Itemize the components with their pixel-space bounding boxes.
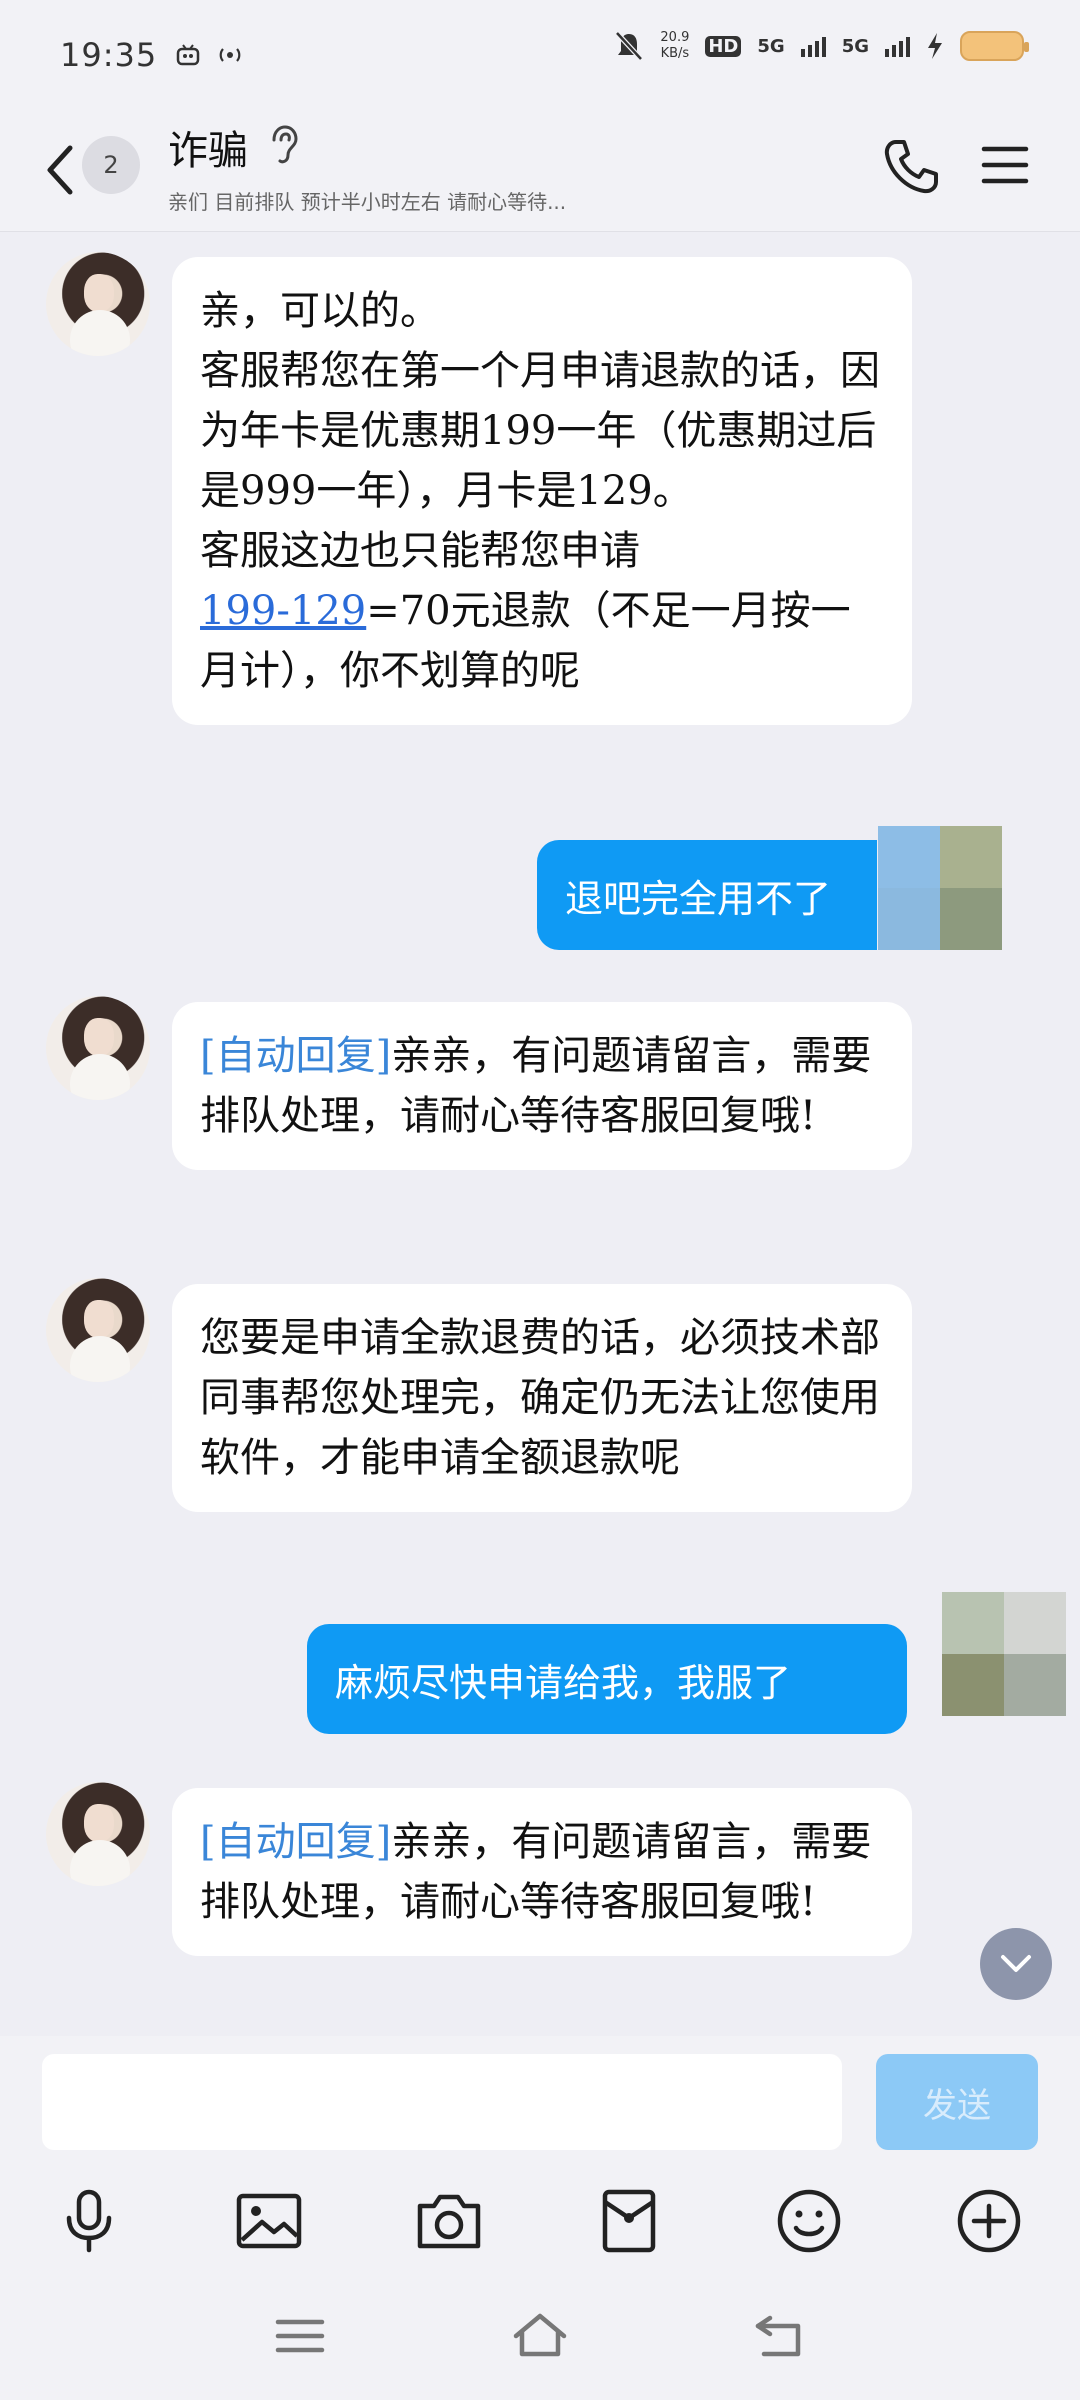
phone-icon[interactable] <box>880 136 942 198</box>
message-line: 客服帮您在第一个月申请退款的话，因为年卡是优惠期199一年（优惠期过后是999一… <box>200 348 880 514</box>
message-line: 亲，可以的。 <box>200 288 440 334</box>
send-button[interactable]: 发送 <box>876 2054 1038 2150</box>
input-bar: 发送 <box>0 2036 1080 2166</box>
message-bubble-out[interactable]: 退吧完全用不了 <box>537 840 877 950</box>
menu-icon[interactable] <box>980 140 1030 190</box>
message-bubble-in[interactable]: [自动回复]亲亲，有问题请留言，需要排队处理，请耐心等待客服回复哦! <box>172 1002 912 1170</box>
hotspot-icon <box>219 48 241 62</box>
message-bubble-out[interactable]: 麻烦尽快申请给我，我服了 <box>307 1624 907 1734</box>
message-bubble-in[interactable]: 您要是申请全款退费的话，必须技术部同事帮您处理完，确定仍无法让您使用软件，才能申… <box>172 1284 912 1512</box>
input-toolbar <box>0 2166 1080 2276</box>
chat-subtitle: 亲们 目前排队 预计半小时左右 请耐心等待... <box>168 190 567 214</box>
network-speed-unit: KB/s <box>660 46 690 61</box>
message-text: 麻烦尽快申请给我，我服了 <box>335 1660 792 1705</box>
mute-icon <box>615 31 644 61</box>
sim2-label: 5G <box>841 35 869 57</box>
message-link[interactable]: 199-129 <box>200 588 366 634</box>
message-text: 退吧完全用不了 <box>565 876 832 921</box>
emoji-icon[interactable] <box>774 2186 844 2256</box>
chevron-down-icon <box>1001 1955 1031 1972</box>
agent-avatar[interactable] <box>46 996 150 1100</box>
status-right-icons: 20.9 KB/s HD 5G 5G <box>614 30 1029 62</box>
agent-avatar[interactable] <box>46 1278 150 1382</box>
user-avatar[interactable] <box>878 826 1002 950</box>
chat-title[interactable]: 诈骗 <box>168 118 248 176</box>
back-arrow-icon[interactable] <box>36 138 86 202</box>
scroll-to-bottom-button[interactable] <box>980 1928 1052 2000</box>
message-bubble-in[interactable]: 亲，可以的。 客服帮您在第一个月申请退款的话，因为年卡是优惠期199一年（优惠期… <box>172 257 912 725</box>
agent-avatar[interactable] <box>46 252 150 356</box>
status-time: 19:35 <box>60 36 158 74</box>
message-input[interactable] <box>42 2054 842 2150</box>
signal-icon <box>800 35 826 57</box>
camera-icon[interactable] <box>414 2186 484 2256</box>
message-text: 您要是申请全款退费的话，必须技术部同事帮您处理完，确定仍无法让您使用软件，才能申… <box>200 1315 880 1481</box>
message-line: 客服这边也只能帮您申请 <box>200 528 640 574</box>
signal-icon-2 <box>885 35 910 57</box>
agent-avatar[interactable] <box>46 1782 150 1886</box>
user-avatar[interactable] <box>942 1592 1066 1716</box>
red-packet-icon[interactable] <box>594 2186 664 2256</box>
auto-reply-tag: [自动回复] <box>200 1033 392 1079</box>
ear-icon <box>272 125 298 164</box>
status-left-icons <box>175 42 245 68</box>
message-line-with-link: 客服这边也只能帮您申请 199-129=70元退款（不足一月按一月计），你不划算… <box>200 521 884 701</box>
network-speed: 20.9 KB/s <box>660 30 689 62</box>
microphone-icon[interactable] <box>54 2186 124 2256</box>
sim1-label: 5G <box>757 35 785 57</box>
back-icon[interactable] <box>750 2306 810 2366</box>
network-speed-value: 20.9 <box>660 30 690 45</box>
app-notification-icon <box>176 44 200 66</box>
battery-icon <box>960 31 1029 61</box>
hd-label: HD <box>705 35 742 57</box>
unread-count-badge[interactable]: 2 <box>82 136 140 194</box>
chat-header: 2 诈骗 亲们 目前排队 预计半小时左右 请耐心等待... <box>0 110 1080 232</box>
message-bubble-in[interactable]: [自动回复]亲亲，有问题请留言，需要排队处理，请耐心等待客服回复哦! <box>172 1788 912 1956</box>
system-nav-bar <box>0 2276 1080 2400</box>
status-bar: 19:35 20.9 KB/s HD 5G 5G <box>0 0 1080 110</box>
recent-apps-icon[interactable] <box>270 2306 330 2366</box>
auto-reply-tag: [自动回复] <box>200 1819 392 1865</box>
plus-icon[interactable] <box>954 2186 1024 2256</box>
image-icon[interactable] <box>234 2186 304 2256</box>
home-icon[interactable] <box>510 2306 570 2366</box>
charging-icon <box>928 33 942 59</box>
